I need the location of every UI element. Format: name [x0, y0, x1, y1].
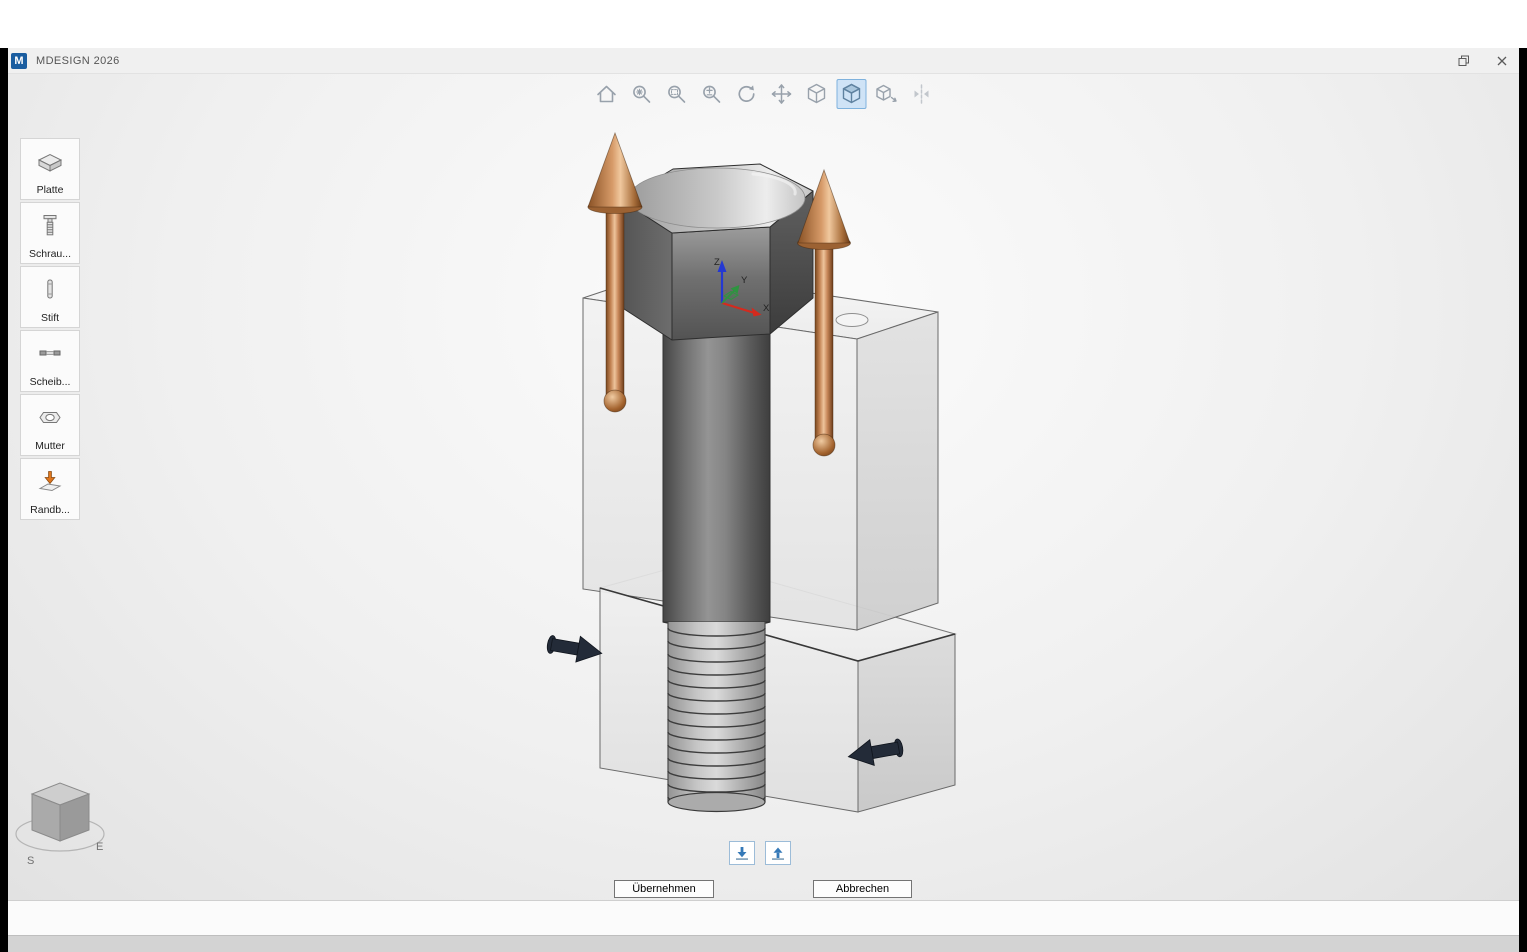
restore-window-icon	[1458, 55, 1470, 67]
zoom-window-icon	[663, 81, 689, 107]
home-icon	[593, 81, 619, 107]
sidebar-item-label: Scheib...	[30, 376, 71, 388]
home-view-button[interactable]	[591, 79, 621, 109]
sidebar-item-stift[interactable]: Stift	[20, 266, 80, 328]
sidebar-item-mutter[interactable]: Mutter	[20, 394, 80, 456]
view-cube-shaded-icon	[838, 81, 864, 107]
screw-icon	[35, 203, 65, 248]
sidebar-item-label: Schrau...	[29, 248, 71, 260]
orbit-rotate-button[interactable]	[731, 79, 761, 109]
orbit-rotate-icon	[733, 81, 759, 107]
washer-icon	[35, 331, 65, 376]
sidebar-item-label: Platte	[37, 184, 64, 196]
sidebar-item-platte[interactable]: Platte	[20, 138, 80, 200]
view-cube-arrow-button[interactable]	[871, 79, 901, 109]
view-navigation-cube[interactable]: S E	[16, 783, 104, 867]
3d-viewport[interactable]: Z X Y	[8, 74, 1519, 900]
bolt-shaft[interactable]	[663, 324, 770, 629]
compass-south-label[interactable]: S	[27, 855, 34, 867]
component-sidebar: Platte Schrau...	[20, 138, 80, 520]
pan-icon	[768, 81, 794, 107]
move-up-button[interactable]	[765, 841, 791, 865]
viewport-area: Z X Y	[8, 74, 1519, 900]
sidebar-item-schraube[interactable]: Schrau...	[20, 202, 80, 264]
sidebar-item-label: Mutter	[35, 440, 65, 452]
view-cube-wireframe-icon	[803, 81, 829, 107]
sidebar-item-randbedingung[interactable]: Randb...	[20, 458, 80, 520]
zoom-in-out-icon	[698, 81, 724, 107]
sidebar-item-label: Randb...	[30, 504, 70, 516]
bolt-head[interactable]	[621, 164, 813, 340]
move-down-icon	[733, 845, 751, 861]
app-window: M MDESIGN 2026	[8, 48, 1519, 952]
screenshot-root: { "window": { "title": "MDESIGN 2026", "…	[0, 0, 1527, 952]
pan-button[interactable]	[766, 79, 796, 109]
view-cube-arrow-icon	[873, 81, 899, 107]
title-bar: M MDESIGN 2026	[8, 48, 1519, 74]
view-toolbar	[591, 79, 936, 109]
window-controls	[1457, 54, 1519, 68]
cancel-button[interactable]: Abbrechen	[813, 880, 912, 898]
support-arrow-left[interactable]	[545, 631, 604, 666]
move-down-button[interactable]	[729, 841, 755, 865]
sidebar-item-label: Stift	[41, 312, 59, 324]
zoom-extents-button[interactable]	[626, 79, 656, 109]
apply-button[interactable]: Übernehmen	[614, 880, 714, 898]
close-window-icon	[1496, 55, 1508, 67]
nut-icon	[35, 395, 65, 440]
bolt-threads[interactable]	[668, 622, 765, 812]
bottom-status-strip	[8, 935, 1519, 952]
zoom-extents-icon	[628, 81, 654, 107]
x-axis-label: X	[763, 303, 770, 314]
section-view-icon	[908, 81, 934, 107]
z-axis-label: Z	[714, 257, 720, 268]
section-view-button[interactable]	[906, 79, 936, 109]
app-logo: M	[11, 53, 27, 69]
pin-icon	[35, 267, 65, 312]
move-up-icon	[769, 845, 787, 861]
close-window-button[interactable]	[1495, 54, 1509, 68]
view-cube-wireframe-button[interactable]	[801, 79, 831, 109]
compass-east-label[interactable]: E	[96, 841, 103, 853]
sidebar-item-scheibe[interactable]: Scheib...	[20, 330, 80, 392]
view-cube-shaded-button[interactable]	[836, 79, 866, 109]
lower-separator-band	[8, 900, 1519, 935]
boundary-condition-icon	[35, 459, 65, 504]
zoom-window-button[interactable]	[661, 79, 691, 109]
top-white-strip	[0, 0, 1527, 48]
plate-hole-edge	[836, 314, 868, 327]
restore-window-button[interactable]	[1457, 54, 1471, 68]
window-title: MDESIGN 2026	[36, 55, 120, 67]
zoom-in-out-button[interactable]	[696, 79, 726, 109]
y-axis-label: Y	[741, 275, 748, 286]
plate-icon	[35, 139, 65, 184]
